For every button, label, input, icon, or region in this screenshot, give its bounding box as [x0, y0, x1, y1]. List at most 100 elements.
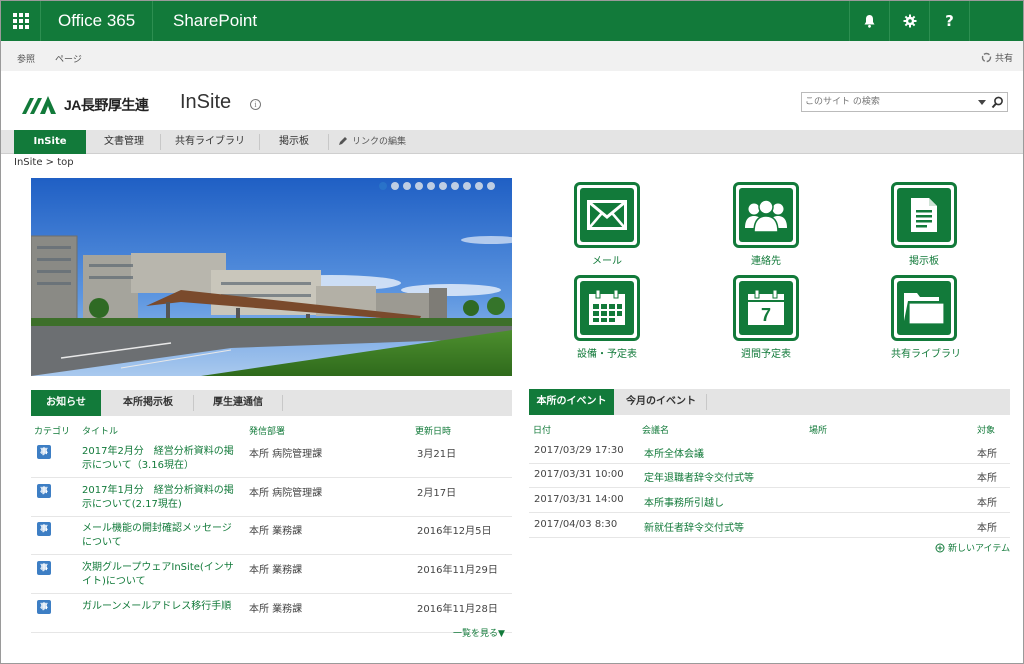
tile-mail-label: メール: [592, 256, 622, 267]
user-area[interactable]: [969, 1, 1023, 41]
news-title-link[interactable]: メール機能の開封確認メッセージについて: [82, 522, 237, 550]
mail-icon: [587, 200, 627, 230]
event-tabs: 本所のイベント 今月のイベント: [529, 389, 1010, 415]
news-title-link[interactable]: ガルーンメールアドレス移行手順: [82, 600, 237, 614]
nav-separator: [259, 134, 260, 150]
news-date: 2016年11月28日: [417, 604, 498, 615]
new-item-button[interactable]: 新しいアイテム: [935, 541, 1010, 554]
search-input[interactable]: [805, 95, 970, 109]
help-button[interactable]: ?: [929, 1, 969, 41]
carousel-dots: [379, 182, 495, 190]
event-date: 2017/03/29 17:30: [534, 445, 624, 456]
nav-tab-documents[interactable]: 文書管理: [90, 130, 158, 154]
office365-brand[interactable]: Office 365: [41, 1, 154, 41]
event-target: 本所: [977, 449, 997, 460]
nav-tab-shared-library[interactable]: 共有ライブラリ: [164, 130, 256, 154]
share-button[interactable]: 共有: [981, 51, 1013, 64]
event-title-link[interactable]: 新就任者辞令交付式等: [644, 519, 744, 534]
carousel-dot[interactable]: [439, 182, 447, 190]
news-title-link[interactable]: 2017年1月分 経営分析資料の掲示について(2.17現在): [82, 484, 237, 512]
sharepoint-product-link[interactable]: SharePoint: [157, 1, 273, 41]
news-date: 2月17日: [417, 488, 457, 499]
event-date: 2017/04/03 8:30: [534, 519, 618, 530]
news-department: 本所 病院管理課: [249, 488, 323, 499]
carousel-dot[interactable]: [463, 182, 471, 190]
event-target: 本所: [977, 498, 997, 509]
row-divider: [31, 632, 512, 633]
nav-tab-bulletin[interactable]: 掲示板: [263, 130, 325, 154]
carousel-dot[interactable]: [451, 182, 459, 190]
tile-bulletin[interactable]: 掲示板: [891, 182, 957, 267]
nav-separator: [328, 134, 329, 150]
tab-newsletter[interactable]: 厚生連通信: [196, 390, 280, 416]
search-icon[interactable]: [991, 96, 1004, 109]
breadcrumb[interactable]: InSite > top: [14, 157, 74, 168]
ribbon-tab-browse[interactable]: 参照: [17, 52, 35, 65]
event-title-link[interactable]: 本所事務所引越し: [644, 494, 724, 509]
carousel-dot[interactable]: [379, 182, 387, 190]
tile-contacts-label: 連絡先: [751, 256, 781, 267]
waffle-icon: [12, 13, 29, 29]
row-divider: [31, 554, 512, 555]
sharepoint-window: Office 365 SharePoint ? 参照 ページ 共有 JA長野厚生…: [0, 0, 1024, 664]
news-department: 本所 業務課: [249, 526, 303, 537]
hospital-photo: [31, 178, 512, 376]
tile-facility-schedule[interactable]: 設備・予定表: [574, 275, 640, 360]
tab-notices[interactable]: お知らせ: [31, 390, 101, 416]
row-divider: [529, 512, 1010, 513]
tile-shared-library[interactable]: 共有ライブラリ: [891, 275, 961, 360]
tab-separator: [193, 395, 194, 411]
site-logo[interactable]: JA長野厚生連: [22, 95, 149, 115]
col-event-date[interactable]: 日付: [533, 423, 551, 436]
info-icon[interactable]: i: [250, 99, 261, 110]
news-date: 2016年11月29日: [417, 565, 498, 576]
tab-head-office-events[interactable]: 本所のイベント: [529, 389, 614, 415]
news-date: 3月21日: [417, 449, 457, 460]
tab-head-office-board[interactable]: 本所掲示板: [105, 390, 191, 416]
site-title[interactable]: InSite: [180, 91, 231, 114]
row-divider: [31, 516, 512, 517]
settings-button[interactable]: [889, 1, 929, 41]
notifications-button[interactable]: [849, 1, 889, 41]
event-title-link[interactable]: 本所全体会議: [644, 445, 704, 460]
tile-facility-schedule-label: 設備・予定表: [577, 349, 637, 360]
nav-tab-insite[interactable]: InSite: [14, 130, 86, 154]
hero-carousel-image[interactable]: [31, 178, 512, 376]
col-category[interactable]: カテゴリ: [34, 424, 70, 437]
suite-bar: Office 365 SharePoint ?: [1, 1, 1023, 41]
carousel-dot[interactable]: [415, 182, 423, 190]
edit-links-button[interactable]: リンクの編集: [338, 134, 406, 147]
tile-contacts[interactable]: 連絡先: [733, 182, 799, 267]
col-updated[interactable]: 更新日時: [415, 424, 451, 437]
event-title-link[interactable]: 定年退職者辞令交付式等: [644, 469, 754, 484]
carousel-dot[interactable]: [391, 182, 399, 190]
category-icon: 事: [37, 600, 51, 614]
logo-text: JA長野厚生連: [64, 97, 149, 113]
news-title-link[interactable]: 2017年2月分 経営分析資料の掲示について（3.16現在）: [82, 445, 237, 473]
tile-shared-library-label: 共有ライブラリ: [891, 349, 961, 360]
carousel-dot[interactable]: [403, 182, 411, 190]
news-title-link[interactable]: 次期グループウェアInSite(インサイト)について: [82, 561, 237, 589]
gear-icon: [903, 14, 916, 28]
calendar-day-number: 7: [761, 305, 771, 325]
col-event-title[interactable]: 会議名: [642, 423, 669, 436]
carousel-dot[interactable]: [487, 182, 495, 190]
app-launcher-button[interactable]: [1, 1, 41, 41]
col-department[interactable]: 発信部署: [249, 424, 285, 437]
new-item-label: 新しいアイテム: [948, 544, 1011, 554]
site-search-box[interactable]: [801, 92, 1008, 112]
carousel-dot[interactable]: [475, 182, 483, 190]
col-event-place[interactable]: 場所: [809, 423, 827, 436]
col-event-target[interactable]: 対象: [977, 423, 995, 436]
share-icon: [981, 52, 992, 63]
row-divider: [31, 593, 512, 594]
tile-mail[interactable]: メール: [574, 182, 640, 267]
see-all-link[interactable]: 一覧を見る▼: [453, 626, 505, 639]
event-target: 本所: [977, 523, 997, 534]
ribbon-tab-page[interactable]: ページ: [55, 52, 82, 65]
col-title[interactable]: タイトル: [82, 424, 118, 437]
search-scope-dropdown-icon[interactable]: [978, 100, 986, 105]
tile-weekly-schedule[interactable]: 7 週間予定表: [733, 275, 799, 360]
carousel-dot[interactable]: [427, 182, 435, 190]
tab-this-month-events[interactable]: 今月のイベント: [617, 389, 705, 415]
